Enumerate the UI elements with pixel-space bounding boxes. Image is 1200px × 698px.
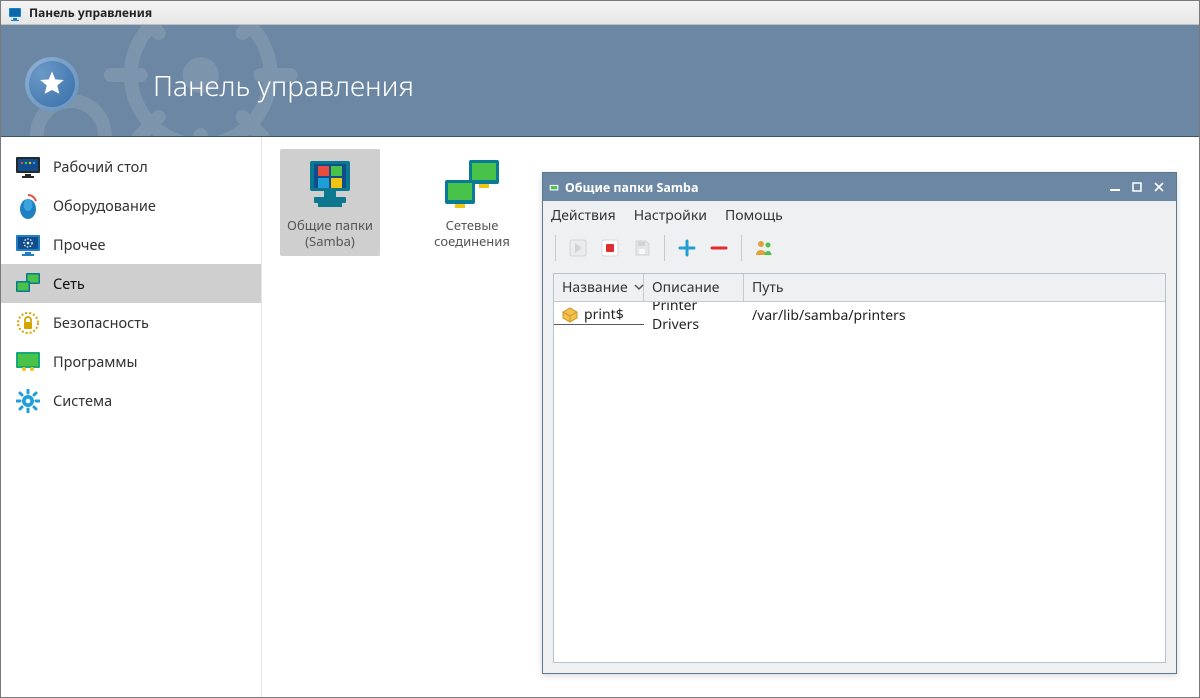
column-description[interactable]: Описание [644,274,744,301]
column-label: Название [562,278,628,297]
network-connections-icon [440,157,504,213]
sidebar-item-network[interactable]: Сеть [1,264,261,303]
sort-indicator-icon [634,278,644,297]
hardware-icon [13,193,43,219]
window-titlebar[interactable]: Панель управления [1,1,1199,25]
app-icon [7,5,23,21]
samba-shares-dialog: Общие папки Samba Действия Настройки Пом… [542,172,1177,674]
column-label: Путь [752,278,784,297]
dialog-titlebar[interactable]: Общие папки Samba [543,173,1176,201]
network-icon [13,271,43,297]
category-label: Общие папки (Samba) [280,217,380,256]
category-samba-shares[interactable]: Общие папки (Samba) [280,149,380,256]
sidebar-item-label: Программы [53,352,138,372]
column-name[interactable]: Название [554,274,644,301]
sidebar-item-hardware[interactable]: Оборудование [1,186,261,225]
menu-settings[interactable]: Настройки [634,206,707,225]
dialog-title: Общие папки Samba [565,179,698,196]
system-icon [13,388,43,414]
software-icon [13,349,43,375]
table-header-row: Название Описание Путь [554,274,1165,302]
save-button[interactable] [628,234,656,262]
cell-name: print$ [584,305,624,324]
sidebar-item-label: Оборудование [53,196,156,216]
banner-title: Панель управления [153,67,414,105]
security-icon [13,310,43,336]
minimize-button[interactable] [1104,177,1126,197]
stop-button[interactable] [596,234,624,262]
start-button[interactable] [564,234,592,262]
sidebar-item-security[interactable]: Безопасность [1,303,261,342]
toolbar [543,229,1176,267]
sidebar-item-label: Сеть [53,274,85,294]
sidebar-item-system[interactable]: Система [1,381,261,420]
dialog-icon [549,176,559,198]
add-button[interactable] [673,234,701,262]
users-button[interactable] [750,234,778,262]
column-label: Описание [652,278,720,297]
sidebar-item-label: Рабочий стол [53,157,148,177]
sidebar-item-desktop[interactable]: Рабочий стол [1,147,261,186]
sidebar-item-label: Безопасность [53,313,149,333]
sidebar-item-software[interactable]: Программы [1,342,261,381]
close-button[interactable] [1148,177,1170,197]
star-badge-icon [25,57,79,111]
sidebar: Рабочий стол Оборудование Прочее Сеть [1,137,262,697]
category-network-connections[interactable]: Сетевые соединения [422,149,522,256]
sidebar-item-label: Система [53,391,112,411]
samba-icon [298,157,362,213]
menu-help[interactable]: Помощь [725,206,783,225]
cell-path: /var/lib/samba/printers [752,306,906,325]
window-title: Панель управления [29,4,152,21]
sidebar-item-label: Прочее [53,235,105,255]
banner: Панель управления [1,25,1199,137]
menubar: Действия Настройки Помощь [543,201,1176,229]
cell-description: Printer Drivers [652,302,736,334]
other-icon [13,232,43,258]
share-icon [562,307,578,323]
sidebar-item-other[interactable]: Прочее [1,225,261,264]
shares-table: Название Описание Путь print$ Pr [553,273,1166,663]
table-row[interactable]: print$ Printer Drivers /var/lib/samba/pr… [554,302,1165,328]
category-label: Сетевые соединения [422,217,522,256]
maximize-button[interactable] [1126,177,1148,197]
remove-button[interactable] [705,234,733,262]
desktop-icon [13,154,43,180]
menu-actions[interactable]: Действия [551,206,616,225]
column-path[interactable]: Путь [744,274,1165,301]
